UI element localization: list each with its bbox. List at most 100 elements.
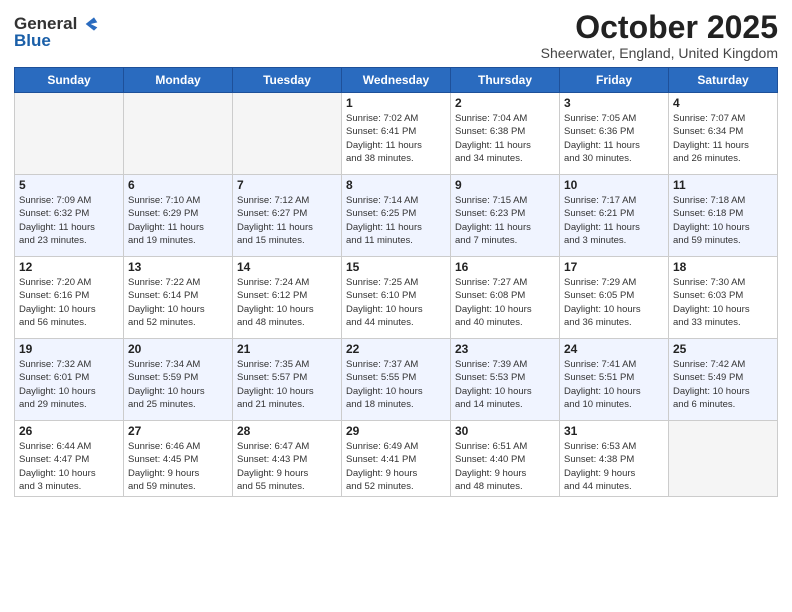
calendar-header-row: Sunday Monday Tuesday Wednesday Thursday… bbox=[15, 68, 778, 93]
day-number: 17 bbox=[564, 260, 664, 274]
table-row: 17 Sunrise: 7:29 AM Sunset: 6:05 PM Dayli… bbox=[560, 257, 669, 339]
day-info: Sunrise: 7:27 AM Sunset: 6:08 PM Dayligh… bbox=[455, 276, 555, 329]
day-number: 5 bbox=[19, 178, 119, 192]
day-info: Sunrise: 7:20 AM Sunset: 6:16 PM Dayligh… bbox=[19, 276, 119, 329]
page-title: October 2025 bbox=[541, 10, 778, 45]
day-info: Sunrise: 7:41 AM Sunset: 5:51 PM Dayligh… bbox=[564, 358, 664, 411]
day-info: Sunrise: 7:39 AM Sunset: 5:53 PM Dayligh… bbox=[455, 358, 555, 411]
table-row bbox=[15, 93, 124, 175]
day-info: Sunrise: 7:14 AM Sunset: 6:25 PM Dayligh… bbox=[346, 194, 446, 247]
table-row: 28 Sunrise: 6:47 AM Sunset: 4:43 PM Dayli… bbox=[233, 421, 342, 497]
day-number: 4 bbox=[673, 96, 773, 110]
day-info: Sunrise: 6:44 AM Sunset: 4:47 PM Dayligh… bbox=[19, 440, 119, 493]
table-row: 16 Sunrise: 7:27 AM Sunset: 6:08 PM Dayli… bbox=[451, 257, 560, 339]
table-row: 11Sunrise: 7:18 AM Sunset: 6:18 PM Dayli… bbox=[669, 175, 778, 257]
day-info: Sunrise: 6:46 AM Sunset: 4:45 PM Dayligh… bbox=[128, 440, 228, 493]
table-row: 22 Sunrise: 7:37 AM Sunset: 5:55 PM Dayli… bbox=[342, 339, 451, 421]
logo-bird-icon bbox=[79, 14, 99, 34]
col-wednesday: Wednesday bbox=[342, 68, 451, 93]
day-number: 14 bbox=[237, 260, 337, 274]
day-number: 31 bbox=[564, 424, 664, 438]
day-number: 9 bbox=[455, 178, 555, 192]
day-info: Sunrise: 7:29 AM Sunset: 6:05 PM Dayligh… bbox=[564, 276, 664, 329]
day-info: Sunrise: 7:12 AM Sunset: 6:27 PM Dayligh… bbox=[237, 194, 337, 247]
table-row bbox=[669, 421, 778, 497]
table-row: 18 Sunrise: 7:30 AM Sunset: 6:03 PM Dayli… bbox=[669, 257, 778, 339]
page-header: General Blue October 2025 Sheerwater, En… bbox=[14, 10, 778, 61]
day-number: 10 bbox=[564, 178, 664, 192]
table-row: 7 Sunrise: 7:12 AM Sunset: 6:27 PM Daylig… bbox=[233, 175, 342, 257]
table-row: 27 Sunrise: 6:46 AM Sunset: 4:45 PM Dayli… bbox=[124, 421, 233, 497]
day-number: 23 bbox=[455, 342, 555, 356]
table-row: 23 Sunrise: 7:39 AM Sunset: 5:53 PM Dayli… bbox=[451, 339, 560, 421]
day-number: 15 bbox=[346, 260, 446, 274]
day-info: Sunrise: 7:04 AM Sunset: 6:38 PM Dayligh… bbox=[455, 112, 555, 165]
day-number: 16 bbox=[455, 260, 555, 274]
table-row: 15Sunrise: 7:25 AM Sunset: 6:10 PM Dayli… bbox=[342, 257, 451, 339]
day-number: 24 bbox=[564, 342, 664, 356]
day-info: Sunrise: 6:51 AM Sunset: 4:40 PM Dayligh… bbox=[455, 440, 555, 493]
day-info: Sunrise: 7:02 AM Sunset: 6:41 PM Dayligh… bbox=[346, 112, 446, 165]
day-info: Sunrise: 7:32 AM Sunset: 6:01 PM Dayligh… bbox=[19, 358, 119, 411]
day-info: Sunrise: 7:09 AM Sunset: 6:32 PM Dayligh… bbox=[19, 194, 119, 247]
col-thursday: Thursday bbox=[451, 68, 560, 93]
day-number: 3 bbox=[564, 96, 664, 110]
day-number: 21 bbox=[237, 342, 337, 356]
day-number: 26 bbox=[19, 424, 119, 438]
day-number: 13 bbox=[128, 260, 228, 274]
table-row: 14Sunrise: 7:24 AM Sunset: 6:12 PM Dayli… bbox=[233, 257, 342, 339]
col-friday: Friday bbox=[560, 68, 669, 93]
table-row: 24 Sunrise: 7:41 AM Sunset: 5:51 PM Dayli… bbox=[560, 339, 669, 421]
day-number: 1 bbox=[346, 96, 446, 110]
logo-blue-text: Blue bbox=[14, 31, 99, 51]
day-number: 2 bbox=[455, 96, 555, 110]
day-number: 30 bbox=[455, 424, 555, 438]
day-number: 6 bbox=[128, 178, 228, 192]
table-row: 12Sunrise: 7:20 AM Sunset: 6:16 PM Dayli… bbox=[15, 257, 124, 339]
day-info: Sunrise: 6:53 AM Sunset: 4:38 PM Dayligh… bbox=[564, 440, 664, 493]
day-info: Sunrise: 7:35 AM Sunset: 5:57 PM Dayligh… bbox=[237, 358, 337, 411]
table-row: 9 Sunrise: 7:15 AM Sunset: 6:23 PM Daylig… bbox=[451, 175, 560, 257]
day-number: 22 bbox=[346, 342, 446, 356]
calendar-table: Sunday Monday Tuesday Wednesday Thursday… bbox=[14, 67, 778, 497]
day-number: 29 bbox=[346, 424, 446, 438]
table-row: 19 Sunrise: 7:32 AM Sunset: 6:01 PM Dayli… bbox=[15, 339, 124, 421]
day-info: Sunrise: 7:15 AM Sunset: 6:23 PM Dayligh… bbox=[455, 194, 555, 247]
day-number: 25 bbox=[673, 342, 773, 356]
table-row: 21 Sunrise: 7:35 AM Sunset: 5:57 PM Dayli… bbox=[233, 339, 342, 421]
table-row: 1 Sunrise: 7:02 AM Sunset: 6:41 PM Daylig… bbox=[342, 93, 451, 175]
day-info: Sunrise: 7:05 AM Sunset: 6:36 PM Dayligh… bbox=[564, 112, 664, 165]
day-number: 7 bbox=[237, 178, 337, 192]
table-row: 29 Sunrise: 6:49 AM Sunset: 4:41 PM Dayli… bbox=[342, 421, 451, 497]
table-row: 2 Sunrise: 7:04 AM Sunset: 6:38 PM Daylig… bbox=[451, 93, 560, 175]
table-row: 30 Sunrise: 6:51 AM Sunset: 4:40 PM Dayli… bbox=[451, 421, 560, 497]
table-row: 3 Sunrise: 7:05 AM Sunset: 6:36 PM Daylig… bbox=[560, 93, 669, 175]
day-number: 18 bbox=[673, 260, 773, 274]
table-row: 4 Sunrise: 7:07 AM Sunset: 6:34 PM Daylig… bbox=[669, 93, 778, 175]
day-info: Sunrise: 7:10 AM Sunset: 6:29 PM Dayligh… bbox=[128, 194, 228, 247]
col-tuesday: Tuesday bbox=[233, 68, 342, 93]
day-info: Sunrise: 7:07 AM Sunset: 6:34 PM Dayligh… bbox=[673, 112, 773, 165]
day-info: Sunrise: 7:34 AM Sunset: 5:59 PM Dayligh… bbox=[128, 358, 228, 411]
day-info: Sunrise: 6:47 AM Sunset: 4:43 PM Dayligh… bbox=[237, 440, 337, 493]
table-row: 6 Sunrise: 7:10 AM Sunset: 6:29 PM Daylig… bbox=[124, 175, 233, 257]
day-info: Sunrise: 7:30 AM Sunset: 6:03 PM Dayligh… bbox=[673, 276, 773, 329]
table-row: 5 Sunrise: 7:09 AM Sunset: 6:32 PM Daylig… bbox=[15, 175, 124, 257]
table-row: 26 Sunrise: 6:44 AM Sunset: 4:47 PM Dayli… bbox=[15, 421, 124, 497]
day-info: Sunrise: 7:37 AM Sunset: 5:55 PM Dayligh… bbox=[346, 358, 446, 411]
day-number: 19 bbox=[19, 342, 119, 356]
table-row bbox=[233, 93, 342, 175]
day-number: 27 bbox=[128, 424, 228, 438]
day-info: Sunrise: 7:17 AM Sunset: 6:21 PM Dayligh… bbox=[564, 194, 664, 247]
table-row: 31 Sunrise: 6:53 AM Sunset: 4:38 PM Dayli… bbox=[560, 421, 669, 497]
day-number: 8 bbox=[346, 178, 446, 192]
day-info: Sunrise: 6:49 AM Sunset: 4:41 PM Dayligh… bbox=[346, 440, 446, 493]
col-sunday: Sunday bbox=[15, 68, 124, 93]
table-row: 10 Sunrise: 7:17 AM Sunset: 6:21 PM Dayli… bbox=[560, 175, 669, 257]
table-row bbox=[124, 93, 233, 175]
logo: General Blue bbox=[14, 14, 99, 51]
title-block: October 2025 Sheerwater, England, United… bbox=[541, 10, 778, 61]
col-monday: Monday bbox=[124, 68, 233, 93]
page-subtitle: Sheerwater, England, United Kingdom bbox=[541, 45, 778, 61]
day-number: 28 bbox=[237, 424, 337, 438]
